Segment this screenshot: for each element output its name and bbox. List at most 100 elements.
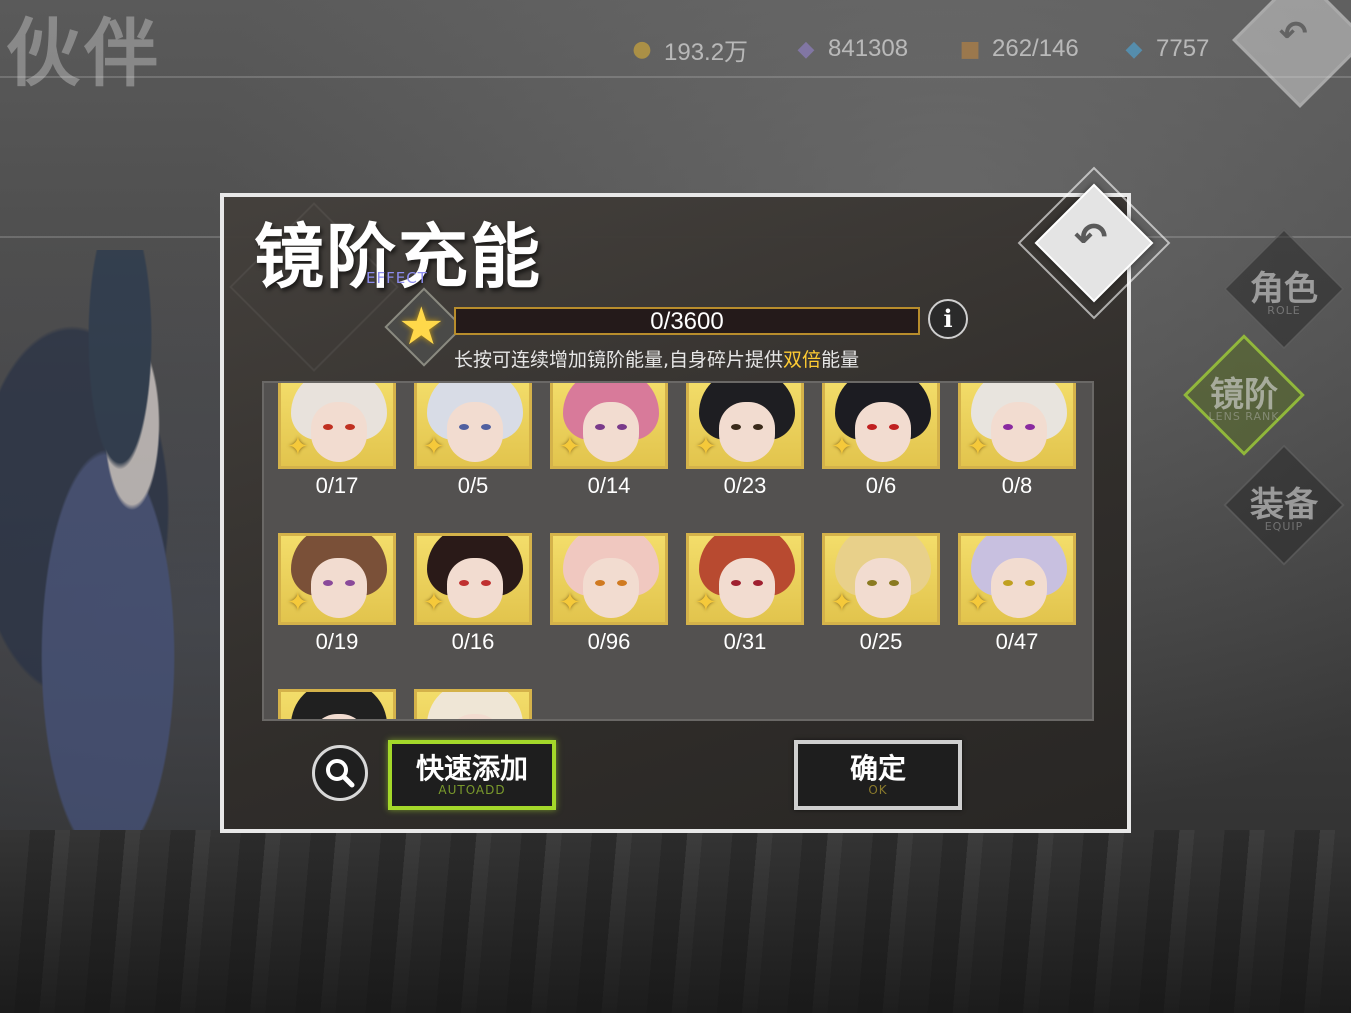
fragment-card[interactable]: ✦ 0/47 [958,533,1076,655]
character-portrait: ✦ [686,383,804,469]
fragment-card[interactable]: ✦ 0/6 [822,383,940,499]
fragment-count: 0/96 [587,629,631,654]
search-icon [326,759,355,788]
character-portrait: ✦ [822,383,940,469]
character-portrait: ✦ [278,383,396,469]
fragment-card[interactable]: ✦ 0/96 [550,533,668,655]
dialog-back-button[interactable]: ↶ [1017,166,1171,320]
confirm-button[interactable]: 确定 OK [794,740,962,810]
fragment-grid: ✦ 0/17 ✦ 0/5 ✦ 0/14 ✦ 0/23 ✦ 0/6 ✦ 0/8 ✦ 0/19 ✦ 0/16 ✦ 0/… [262,381,1094,721]
back-arrow-icon: ↶ [1074,215,1108,261]
character-portrait: ✦ [414,533,532,625]
page-title: 伙伴 [6,11,162,97]
energy-progress-text: 0/3600 [650,308,724,335]
info-button[interactable]: i [928,299,968,339]
currency-gem: ◆ 7757 [1118,30,1210,68]
gold-coin-icon: ● [632,36,652,62]
tab-role[interactable]: 角色 ROLE [1223,228,1345,350]
character-portrait: ✦ [414,383,532,469]
fragment-count: 0/17 [315,473,359,498]
tab-role-sub: ROLE [1267,304,1301,317]
currency-chest: ■ 262/146 [954,30,1079,68]
currency-gold-value: 193.2万 [664,38,749,66]
fragment-card[interactable]: ✦ [278,689,396,719]
character-portrait: ✦ [686,533,804,625]
background-rubble [0,830,1351,1013]
fragment-count: 0/47 [995,629,1039,654]
currency-gold: ● 193.2万 [626,30,748,68]
fragment-count: 0/25 [859,629,903,654]
tab-equip-sub: EQUIP [1264,520,1304,533]
quick-add-button[interactable]: 快速添加 AUTOADD [388,740,556,810]
puzzle-fragment-icon: ✦ [287,432,309,462]
tab-equip-label: 装备 [1250,485,1318,525]
fragment-count: 0/31 [723,629,767,654]
quick-add-sub: AUTOADD [438,783,506,797]
energy-progress-bar: 0/3600 [454,307,920,335]
character-portrait: ✦ [278,689,396,719]
currency-crystal: ◆ 841308 [790,30,909,68]
fragment-card[interactable]: ✦ [414,689,532,719]
fragment-count: 0/16 [451,629,495,654]
character-portrait: ✦ [550,383,668,469]
lens-charge-dialog: 镜阶充能 EFFECT ↶ ★ 0/3600 i 长按可连续增加镜阶能量,自身碎… [220,166,1171,833]
tab-equip[interactable]: 装备 EQUIP [1223,444,1345,566]
fragment-count: 0/6 [865,473,897,498]
fragment-card[interactable]: ✦ 0/17 [278,383,396,499]
quick-add-label: 快速添加 [415,752,528,785]
tab-role-label: 角色 [1250,269,1318,309]
puzzle-fragment-icon: ✦ [831,432,853,462]
puzzle-fragment-icon: ✦ [287,588,309,618]
fragment-card[interactable]: ✦ 0/16 [414,533,532,655]
character-portrait: ✦ [278,533,396,625]
header-divider [0,76,1351,78]
hint-prefix: 长按可连续增加镜阶能量,自身碎片提供 [454,349,784,371]
puzzle-fragment-icon: ✦ [423,588,445,618]
character-portrait: ✦ [414,689,532,719]
puzzle-fragment-icon: ✦ [423,432,445,462]
dialog-title-sub: EFFECT [366,269,428,287]
fragment-card[interactable]: ✦ 0/25 [822,533,940,655]
search-button[interactable] [312,745,368,801]
fragment-count: 0/23 [723,473,767,498]
currency-chest-value: 262/146 [992,35,1079,62]
fragment-count: 0/5 [457,473,489,498]
fragment-count: 0/8 [1001,473,1033,498]
character-portrait: ✦ [958,383,1076,469]
tab-lens-rank[interactable]: 镜阶 LENS RANK [1183,334,1305,456]
confirm-sub: OK [868,783,888,797]
charge-hint: 长按可连续增加镜阶能量,自身碎片提供双倍能量 [454,345,859,372]
star-icon: ★ [398,297,445,357]
character-portrait: ✦ [958,533,1076,625]
hint-highlight: 双倍 [783,349,822,371]
puzzle-fragment-icon: ✦ [967,432,989,462]
puzzle-fragment-icon: ✦ [695,432,717,462]
puzzle-fragment-icon: ✦ [831,588,853,618]
fragment-card[interactable]: ✦ 0/8 [958,383,1076,499]
puzzle-fragment-icon: ✦ [967,588,989,618]
fragment-card[interactable]: ✦ 0/31 [686,533,804,655]
energy-star-badge: ★ [384,287,464,367]
character-portrait: ✦ [550,533,668,625]
gem-icon: ◆ [1125,36,1143,62]
fragment-card[interactable]: ✦ 0/5 [414,383,532,499]
back-arrow-icon: ↶ [1279,14,1308,54]
puzzle-fragment-icon: ✦ [559,588,581,618]
tab-lens-rank-label: 镜阶 [1210,375,1278,415]
crystal-icon: ◆ [797,36,815,62]
character-portrait: ✦ [822,533,940,625]
fragment-card[interactable]: ✦ 0/23 [686,383,804,499]
fragment-count: 0/19 [315,629,359,654]
fragment-card[interactable]: ✦ 0/14 [550,383,668,499]
fragment-count: 0/14 [587,473,631,498]
confirm-label: 确定 [849,752,906,785]
chest-icon: ■ [959,36,981,62]
tab-lens-rank-sub: LENS RANK [1208,410,1280,423]
background-character [0,250,240,830]
puzzle-fragment-icon: ✦ [695,588,717,618]
puzzle-fragment-icon: ✦ [559,432,581,462]
hint-suffix: 能量 [821,349,860,371]
currency-gem-value: 7757 [1156,35,1210,62]
currency-crystal-value: 841308 [828,35,909,62]
fragment-card[interactable]: ✦ 0/19 [278,533,396,655]
